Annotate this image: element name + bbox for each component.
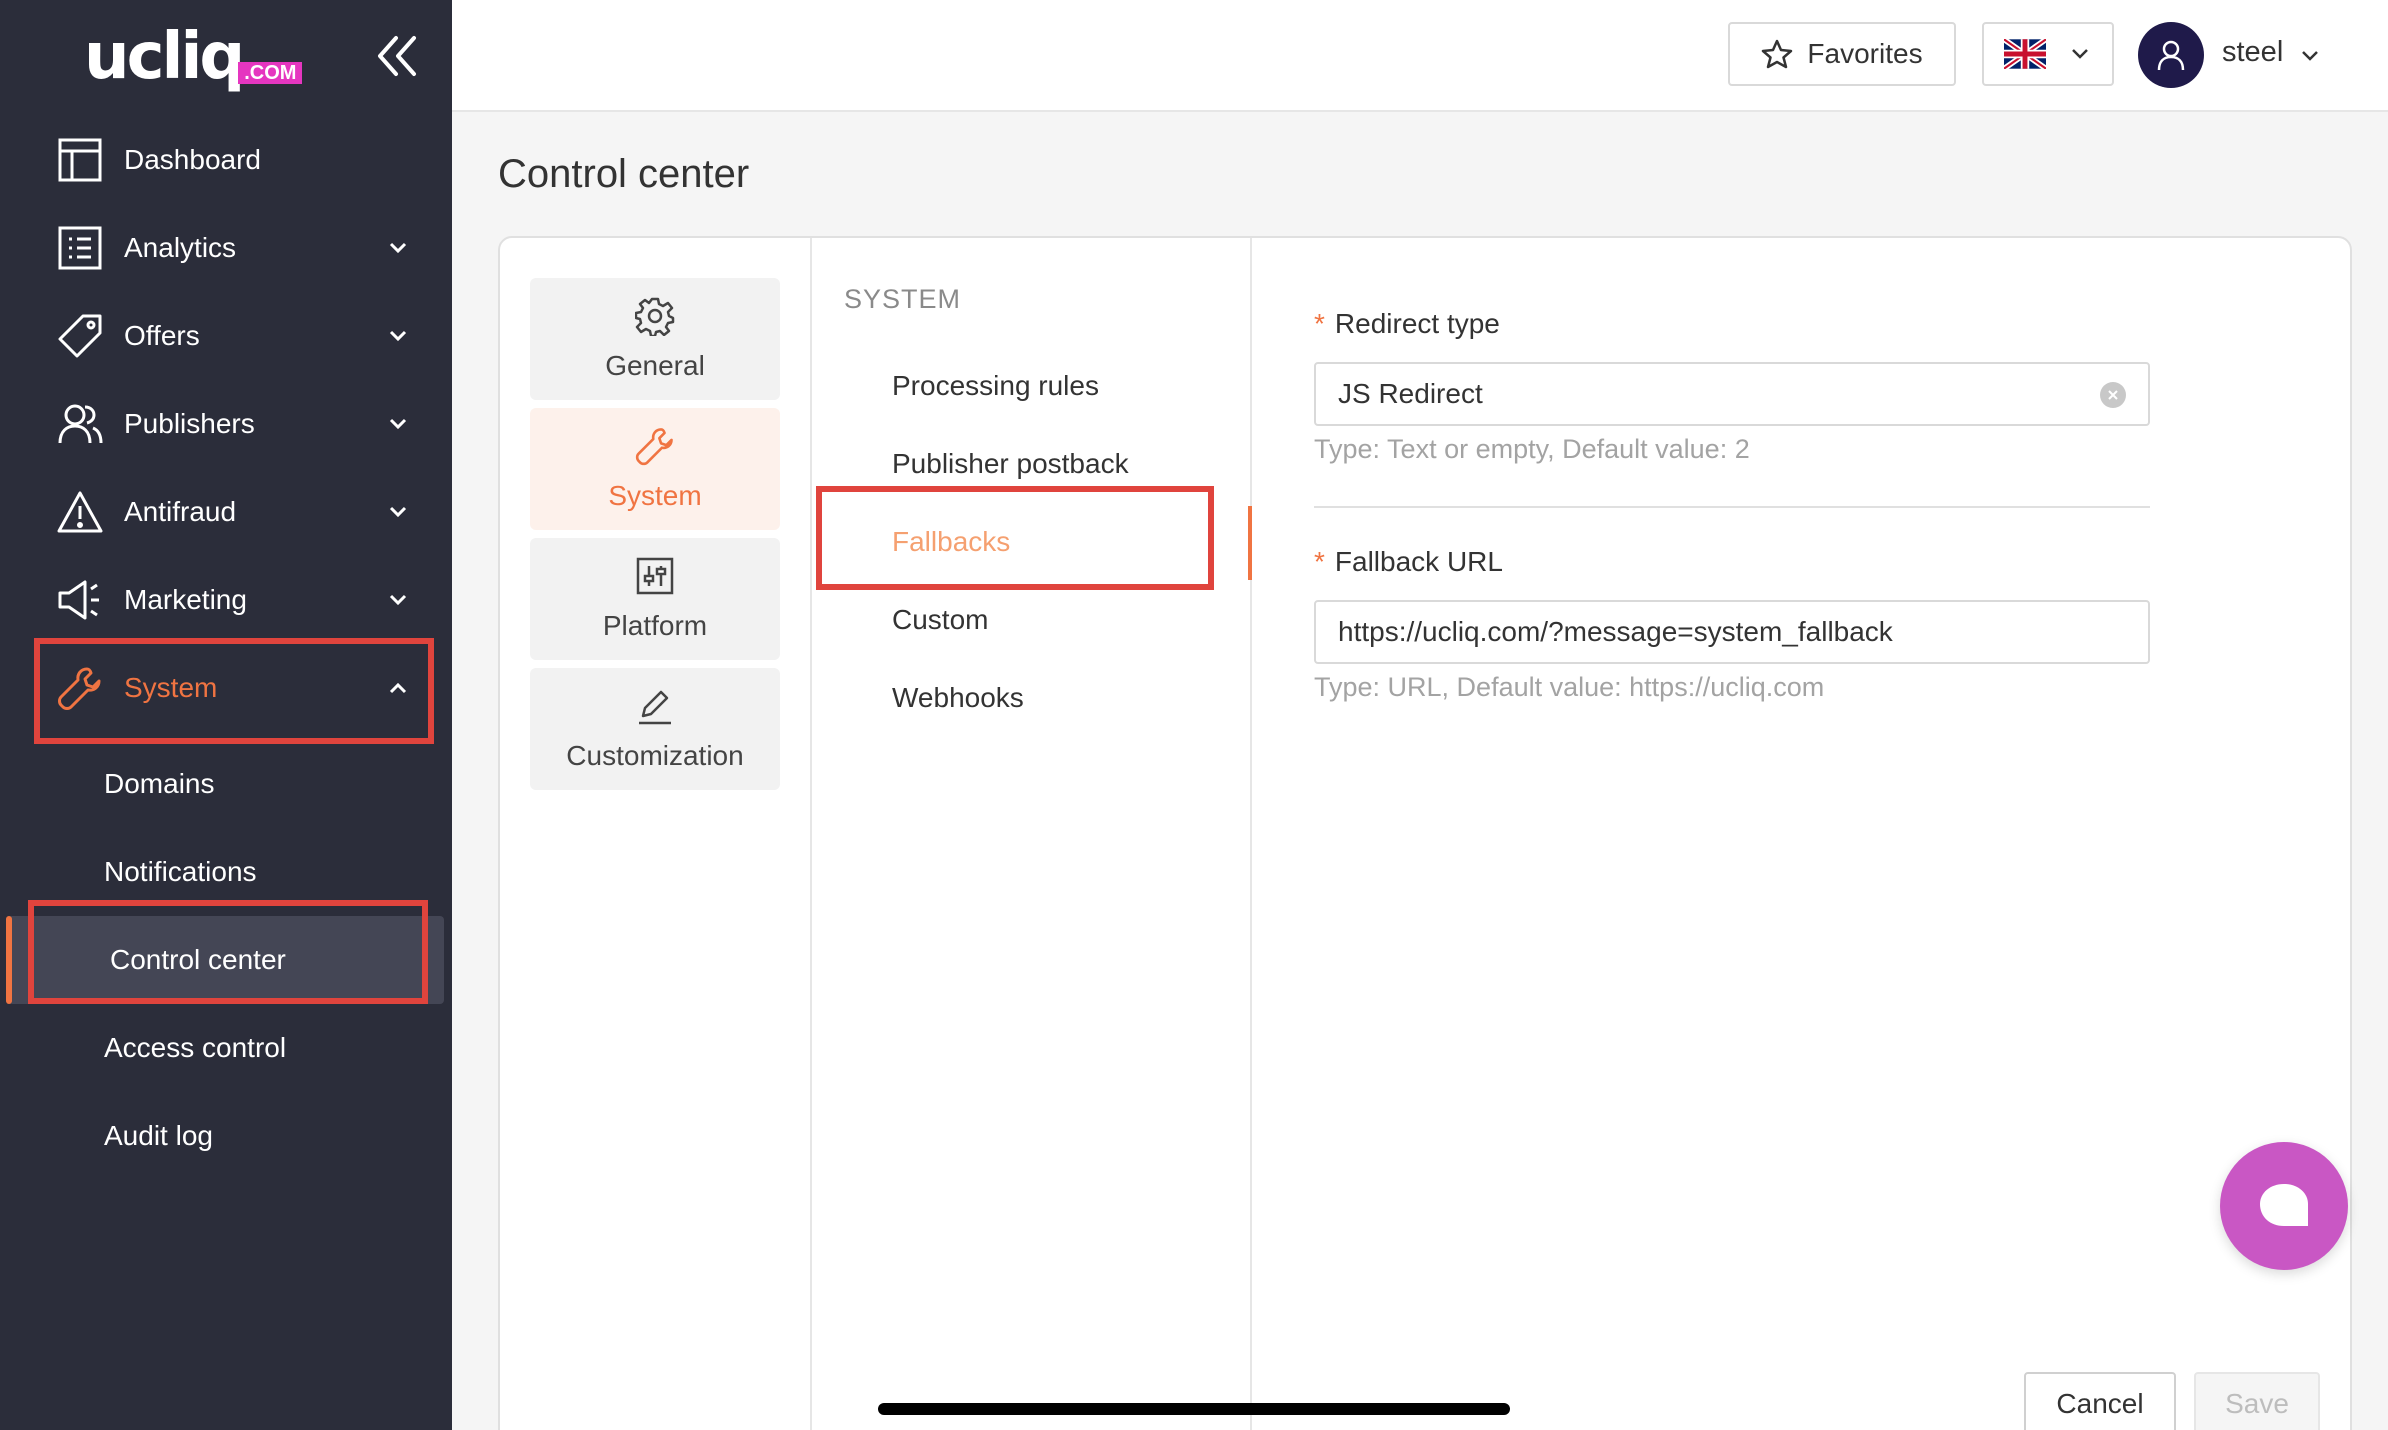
save-button[interactable]: Save — [2194, 1372, 2320, 1430]
list-icon — [56, 224, 104, 272]
favorites-label: Favorites — [1807, 38, 1923, 69]
chat-bubble-icon — [2260, 1184, 2308, 1226]
sidebar-item-marketing[interactable]: Marketing — [0, 556, 452, 644]
chevron-down-icon — [2072, 49, 2088, 59]
category-label: System — [608, 480, 702, 511]
chevron-down-icon — [384, 322, 412, 350]
chat-button[interactable] — [2220, 1142, 2348, 1270]
category-label: General — [605, 350, 705, 381]
home-indicator — [878, 1403, 1510, 1415]
sidebar-subitem-notifications[interactable]: Notifications — [0, 828, 452, 916]
avatar[interactable] — [2138, 22, 2204, 88]
page-title: Control center — [498, 152, 750, 196]
sidebar-subitem-control-center[interactable]: Control center — [6, 916, 444, 1004]
layout-icon — [56, 136, 104, 184]
submenu-fallbacks[interactable]: Fallbacks — [892, 526, 1010, 558]
sidebar-item-label: Offers — [124, 320, 200, 351]
gear-icon — [635, 297, 675, 336]
star-icon — [1762, 39, 1793, 69]
required-mark: * — [1314, 546, 1325, 577]
topbar: Favorites steel — [452, 0, 2388, 112]
sidebar-subitem-domains[interactable]: Domains — [0, 740, 452, 828]
redirect-type-label: * Redirect type — [1314, 308, 1500, 340]
wrench-icon — [635, 428, 673, 466]
sidebar-item-dashboard[interactable]: Dashboard — [0, 116, 452, 204]
fallback-url-help: Type: URL, Default value: https://ucliq.… — [1314, 672, 1825, 702]
user-icon — [2157, 40, 2185, 71]
pencil-icon — [639, 690, 671, 725]
sidebar-item-label: Publishers — [124, 408, 255, 439]
sidebar-item-antifraud[interactable]: Antifraud — [0, 468, 452, 556]
form-divider — [1314, 506, 2150, 508]
double-chevron-left-icon — [378, 36, 416, 76]
active-indicator — [1248, 506, 1252, 580]
redirect-type-input[interactable] — [1314, 362, 2150, 426]
cancel-button[interactable]: Cancel — [2024, 1372, 2176, 1430]
category-customization[interactable]: Customization — [530, 668, 780, 790]
category-column: General System Platform Customization — [500, 238, 812, 1430]
category-platform[interactable]: Platform — [530, 538, 780, 660]
submenu-webhooks[interactable]: Webhooks — [892, 682, 1024, 714]
logo-text: ucliq — [84, 20, 245, 94]
clear-icon[interactable] — [2100, 382, 2126, 408]
uk-flag-icon — [2004, 39, 2046, 69]
section-heading: SYSTEM — [844, 284, 962, 314]
category-label: Customization — [566, 740, 744, 771]
sidebar-item-label: Dashboard — [124, 144, 261, 175]
sidebar-item-label: Marketing — [124, 584, 247, 615]
fallback-url-label: * Fallback URL — [1314, 546, 1503, 578]
submenu-publisher-postback[interactable]: Publisher postback — [892, 448, 1129, 480]
sidebar-item-system[interactable]: System — [0, 644, 452, 732]
sidebar-nav: Dashboard Analytics Offers Publishers An… — [0, 116, 452, 732]
tag-icon — [56, 312, 104, 360]
chevron-down-icon[interactable] — [2298, 44, 2322, 68]
warning-icon — [56, 488, 104, 536]
redirect-type-help: Type: Text or empty, Default value: 2 — [1314, 434, 1750, 464]
submenu-processing-rules[interactable]: Processing rules — [892, 370, 1099, 402]
wrench-icon — [56, 664, 104, 712]
sidebar-item-analytics[interactable]: Analytics — [0, 204, 452, 292]
logo-suffix: .COM — [238, 62, 303, 84]
chevron-down-icon — [384, 498, 412, 526]
favorites-button[interactable]: Favorites — [1728, 22, 1956, 86]
required-mark: * — [1314, 308, 1325, 339]
megaphone-icon — [56, 576, 104, 624]
category-system[interactable]: System — [530, 408, 780, 530]
submenu-custom[interactable]: Custom — [892, 604, 988, 636]
user-name[interactable]: steel — [2222, 36, 2283, 69]
sidebar-item-offers[interactable]: Offers — [0, 292, 452, 380]
sliders-icon — [636, 557, 674, 595]
system-submenu: Domains Notifications Control center Acc… — [0, 740, 452, 1180]
highlight-box-fallbacks — [816, 486, 1214, 590]
system-submenu-column: SYSTEM Processing rules Publisher postba… — [812, 238, 1252, 1430]
sidebar-item-publishers[interactable]: Publishers — [0, 380, 452, 468]
chevron-up-icon — [384, 674, 412, 702]
sidebar-subitem-audit-log[interactable]: Audit log — [0, 1092, 452, 1180]
sidebar: ucliq .COM Dashboard Analytics Offers Pu… — [0, 0, 452, 1430]
sidebar-item-label: Antifraud — [124, 496, 237, 527]
logo[interactable]: ucliq .COM — [84, 20, 303, 94]
chevron-down-icon — [384, 586, 412, 614]
language-selector[interactable] — [1982, 22, 2114, 86]
chevron-down-icon — [384, 234, 412, 262]
sidebar-item-label: Analytics — [124, 232, 237, 263]
fallback-url-label-text: Fallback URL — [1334, 546, 1503, 577]
fallback-url-input[interactable] — [1314, 600, 2150, 664]
collapse-sidebar-button[interactable] — [374, 30, 422, 82]
chevron-down-icon — [384, 410, 412, 438]
redirect-type-label-text: Redirect type — [1334, 308, 1500, 339]
category-general[interactable]: General — [530, 278, 780, 400]
sidebar-item-label: System — [124, 672, 218, 703]
category-label: Platform — [602, 610, 708, 641]
sidebar-subitem-access-control[interactable]: Access control — [0, 1004, 452, 1092]
users-icon — [56, 400, 104, 448]
control-center-panel: General System Platform Customization SY… — [498, 236, 2352, 1430]
